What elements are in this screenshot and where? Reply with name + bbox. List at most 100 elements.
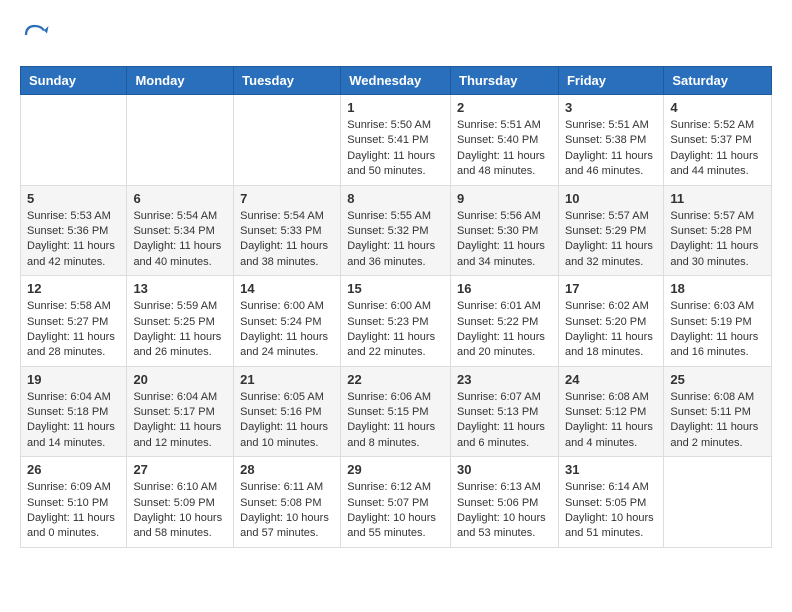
- calendar-cell: [127, 95, 234, 186]
- calendar-cell: 18 Sunrise: 6:03 AM Sunset: 5:19 PM Dayli…: [664, 276, 772, 367]
- calendar-cell: 7 Sunrise: 5:54 AM Sunset: 5:33 PM Daylig…: [234, 185, 341, 276]
- day-number: 13: [133, 281, 227, 296]
- day-number: 10: [565, 191, 657, 206]
- day-number: 27: [133, 462, 227, 477]
- day-number: 4: [670, 100, 765, 115]
- day-info: Sunrise: 5:58 AM Sunset: 5:27 PM Dayligh…: [27, 299, 120, 361]
- calendar-cell: [234, 95, 341, 186]
- day-info: Sunrise: 5:54 AM Sunset: 5:33 PM Dayligh…: [240, 209, 334, 271]
- day-number: 24: [565, 372, 657, 387]
- calendar-cell: 13 Sunrise: 5:59 AM Sunset: 5:25 PM Dayli…: [127, 276, 234, 367]
- day-info: Sunrise: 6:12 AM Sunset: 5:07 PM Dayligh…: [347, 480, 444, 542]
- day-number: 7: [240, 191, 334, 206]
- day-number: 3: [565, 100, 657, 115]
- calendar-cell: 16 Sunrise: 6:01 AM Sunset: 5:22 PM Dayli…: [451, 276, 559, 367]
- day-number: 9: [457, 191, 552, 206]
- day-number: 17: [565, 281, 657, 296]
- day-info: Sunrise: 6:08 AM Sunset: 5:11 PM Dayligh…: [670, 390, 765, 452]
- day-info: Sunrise: 6:04 AM Sunset: 5:18 PM Dayligh…: [27, 390, 120, 452]
- day-number: 30: [457, 462, 552, 477]
- day-info: Sunrise: 6:07 AM Sunset: 5:13 PM Dayligh…: [457, 390, 552, 452]
- day-number: 25: [670, 372, 765, 387]
- day-info: Sunrise: 6:11 AM Sunset: 5:08 PM Dayligh…: [240, 480, 334, 542]
- day-info: Sunrise: 6:10 AM Sunset: 5:09 PM Dayligh…: [133, 480, 227, 542]
- day-info: Sunrise: 6:08 AM Sunset: 5:12 PM Dayligh…: [565, 390, 657, 452]
- day-info: Sunrise: 5:50 AM Sunset: 5:41 PM Dayligh…: [347, 118, 444, 180]
- day-number: 5: [27, 191, 120, 206]
- calendar-header-row: SundayMondayTuesdayWednesdayThursdayFrid…: [21, 67, 772, 95]
- day-info: Sunrise: 5:53 AM Sunset: 5:36 PM Dayligh…: [27, 209, 120, 271]
- day-number: 2: [457, 100, 552, 115]
- day-info: Sunrise: 6:09 AM Sunset: 5:10 PM Dayligh…: [27, 480, 120, 542]
- calendar-cell: 4 Sunrise: 5:52 AM Sunset: 5:37 PM Daylig…: [664, 95, 772, 186]
- day-info: Sunrise: 5:56 AM Sunset: 5:30 PM Dayligh…: [457, 209, 552, 271]
- day-number: 23: [457, 372, 552, 387]
- calendar-cell: 31Sunrise: 6:14 AM Sunset: 5:05 PM Dayli…: [558, 457, 663, 548]
- day-number: 15: [347, 281, 444, 296]
- calendar-cell: 23 Sunrise: 6:07 AM Sunset: 5:13 PM Dayli…: [451, 366, 559, 457]
- calendar-cell: 28 Sunrise: 6:11 AM Sunset: 5:08 PM Dayli…: [234, 457, 341, 548]
- day-info: Sunrise: 5:52 AM Sunset: 5:37 PM Dayligh…: [670, 118, 765, 180]
- day-number: 14: [240, 281, 334, 296]
- day-number: 28: [240, 462, 334, 477]
- day-number: 16: [457, 281, 552, 296]
- day-info: Sunrise: 5:59 AM Sunset: 5:25 PM Dayligh…: [133, 299, 227, 361]
- day-number: 19: [27, 372, 120, 387]
- day-info: Sunrise: 6:02 AM Sunset: 5:20 PM Dayligh…: [565, 299, 657, 361]
- calendar-week-row: 12Sunrise: 5:58 AM Sunset: 5:27 PM Dayli…: [21, 276, 772, 367]
- calendar-cell: [21, 95, 127, 186]
- day-info: Sunrise: 6:01 AM Sunset: 5:22 PM Dayligh…: [457, 299, 552, 361]
- logo: [20, 20, 54, 50]
- calendar-cell: 12Sunrise: 5:58 AM Sunset: 5:27 PM Dayli…: [21, 276, 127, 367]
- calendar-cell: 1 Sunrise: 5:50 AM Sunset: 5:41 PM Daylig…: [341, 95, 451, 186]
- day-number: 20: [133, 372, 227, 387]
- day-info: Sunrise: 5:51 AM Sunset: 5:40 PM Dayligh…: [457, 118, 552, 180]
- day-number: 22: [347, 372, 444, 387]
- day-info: Sunrise: 5:57 AM Sunset: 5:29 PM Dayligh…: [565, 209, 657, 271]
- calendar-cell: 24 Sunrise: 6:08 AM Sunset: 5:12 PM Dayli…: [558, 366, 663, 457]
- calendar-cell: 6 Sunrise: 5:54 AM Sunset: 5:34 PM Daylig…: [127, 185, 234, 276]
- day-number: 6: [133, 191, 227, 206]
- day-info: Sunrise: 6:04 AM Sunset: 5:17 PM Dayligh…: [133, 390, 227, 452]
- day-info: Sunrise: 6:00 AM Sunset: 5:23 PM Dayligh…: [347, 299, 444, 361]
- calendar-cell: 14 Sunrise: 6:00 AM Sunset: 5:24 PM Dayli…: [234, 276, 341, 367]
- calendar-cell: 8 Sunrise: 5:55 AM Sunset: 5:32 PM Daylig…: [341, 185, 451, 276]
- calendar-cell: 26 Sunrise: 6:09 AM Sunset: 5:10 PM Dayli…: [21, 457, 127, 548]
- day-info: Sunrise: 6:03 AM Sunset: 5:19 PM Dayligh…: [670, 299, 765, 361]
- calendar-cell: 17 Sunrise: 6:02 AM Sunset: 5:20 PM Dayli…: [558, 276, 663, 367]
- calendar-cell: 11 Sunrise: 5:57 AM Sunset: 5:28 PM Dayli…: [664, 185, 772, 276]
- calendar-cell: 19 Sunrise: 6:04 AM Sunset: 5:18 PM Dayli…: [21, 366, 127, 457]
- weekday-header: Thursday: [451, 67, 559, 95]
- calendar-cell: 10 Sunrise: 5:57 AM Sunset: 5:29 PM Dayli…: [558, 185, 663, 276]
- day-info: Sunrise: 5:51 AM Sunset: 5:38 PM Dayligh…: [565, 118, 657, 180]
- calendar-cell: 29Sunrise: 6:12 AM Sunset: 5:07 PM Dayli…: [341, 457, 451, 548]
- day-info: Sunrise: 6:06 AM Sunset: 5:15 PM Dayligh…: [347, 390, 444, 452]
- weekday-header: Tuesday: [234, 67, 341, 95]
- calendar-cell: 3 Sunrise: 5:51 AM Sunset: 5:38 PM Daylig…: [558, 95, 663, 186]
- day-number: 11: [670, 191, 765, 206]
- calendar-cell: 22 Sunrise: 6:06 AM Sunset: 5:15 PM Dayli…: [341, 366, 451, 457]
- calendar-week-row: 19 Sunrise: 6:04 AM Sunset: 5:18 PM Dayli…: [21, 366, 772, 457]
- calendar-week-row: 26 Sunrise: 6:09 AM Sunset: 5:10 PM Dayli…: [21, 457, 772, 548]
- calendar-cell: 27 Sunrise: 6:10 AM Sunset: 5:09 PM Dayli…: [127, 457, 234, 548]
- day-info: Sunrise: 5:54 AM Sunset: 5:34 PM Dayligh…: [133, 209, 227, 271]
- weekday-header: Friday: [558, 67, 663, 95]
- calendar-cell: 21Sunrise: 6:05 AM Sunset: 5:16 PM Dayli…: [234, 366, 341, 457]
- calendar-table: SundayMondayTuesdayWednesdayThursdayFrid…: [20, 66, 772, 548]
- day-number: 26: [27, 462, 120, 477]
- day-info: Sunrise: 6:00 AM Sunset: 5:24 PM Dayligh…: [240, 299, 334, 361]
- calendar-cell: 25 Sunrise: 6:08 AM Sunset: 5:11 PM Dayli…: [664, 366, 772, 457]
- page-header: [20, 20, 772, 50]
- day-info: Sunrise: 6:05 AM Sunset: 5:16 PM Dayligh…: [240, 390, 334, 452]
- day-info: Sunrise: 5:55 AM Sunset: 5:32 PM Dayligh…: [347, 209, 444, 271]
- day-number: 18: [670, 281, 765, 296]
- calendar-cell: 15 Sunrise: 6:00 AM Sunset: 5:23 PM Dayli…: [341, 276, 451, 367]
- calendar-week-row: 5 Sunrise: 5:53 AM Sunset: 5:36 PM Daylig…: [21, 185, 772, 276]
- day-number: 8: [347, 191, 444, 206]
- calendar-cell: 30Sunrise: 6:13 AM Sunset: 5:06 PM Dayli…: [451, 457, 559, 548]
- day-info: Sunrise: 5:57 AM Sunset: 5:28 PM Dayligh…: [670, 209, 765, 271]
- day-number: 1: [347, 100, 444, 115]
- calendar-cell: 9 Sunrise: 5:56 AM Sunset: 5:30 PM Daylig…: [451, 185, 559, 276]
- weekday-header: Sunday: [21, 67, 127, 95]
- weekday-header: Monday: [127, 67, 234, 95]
